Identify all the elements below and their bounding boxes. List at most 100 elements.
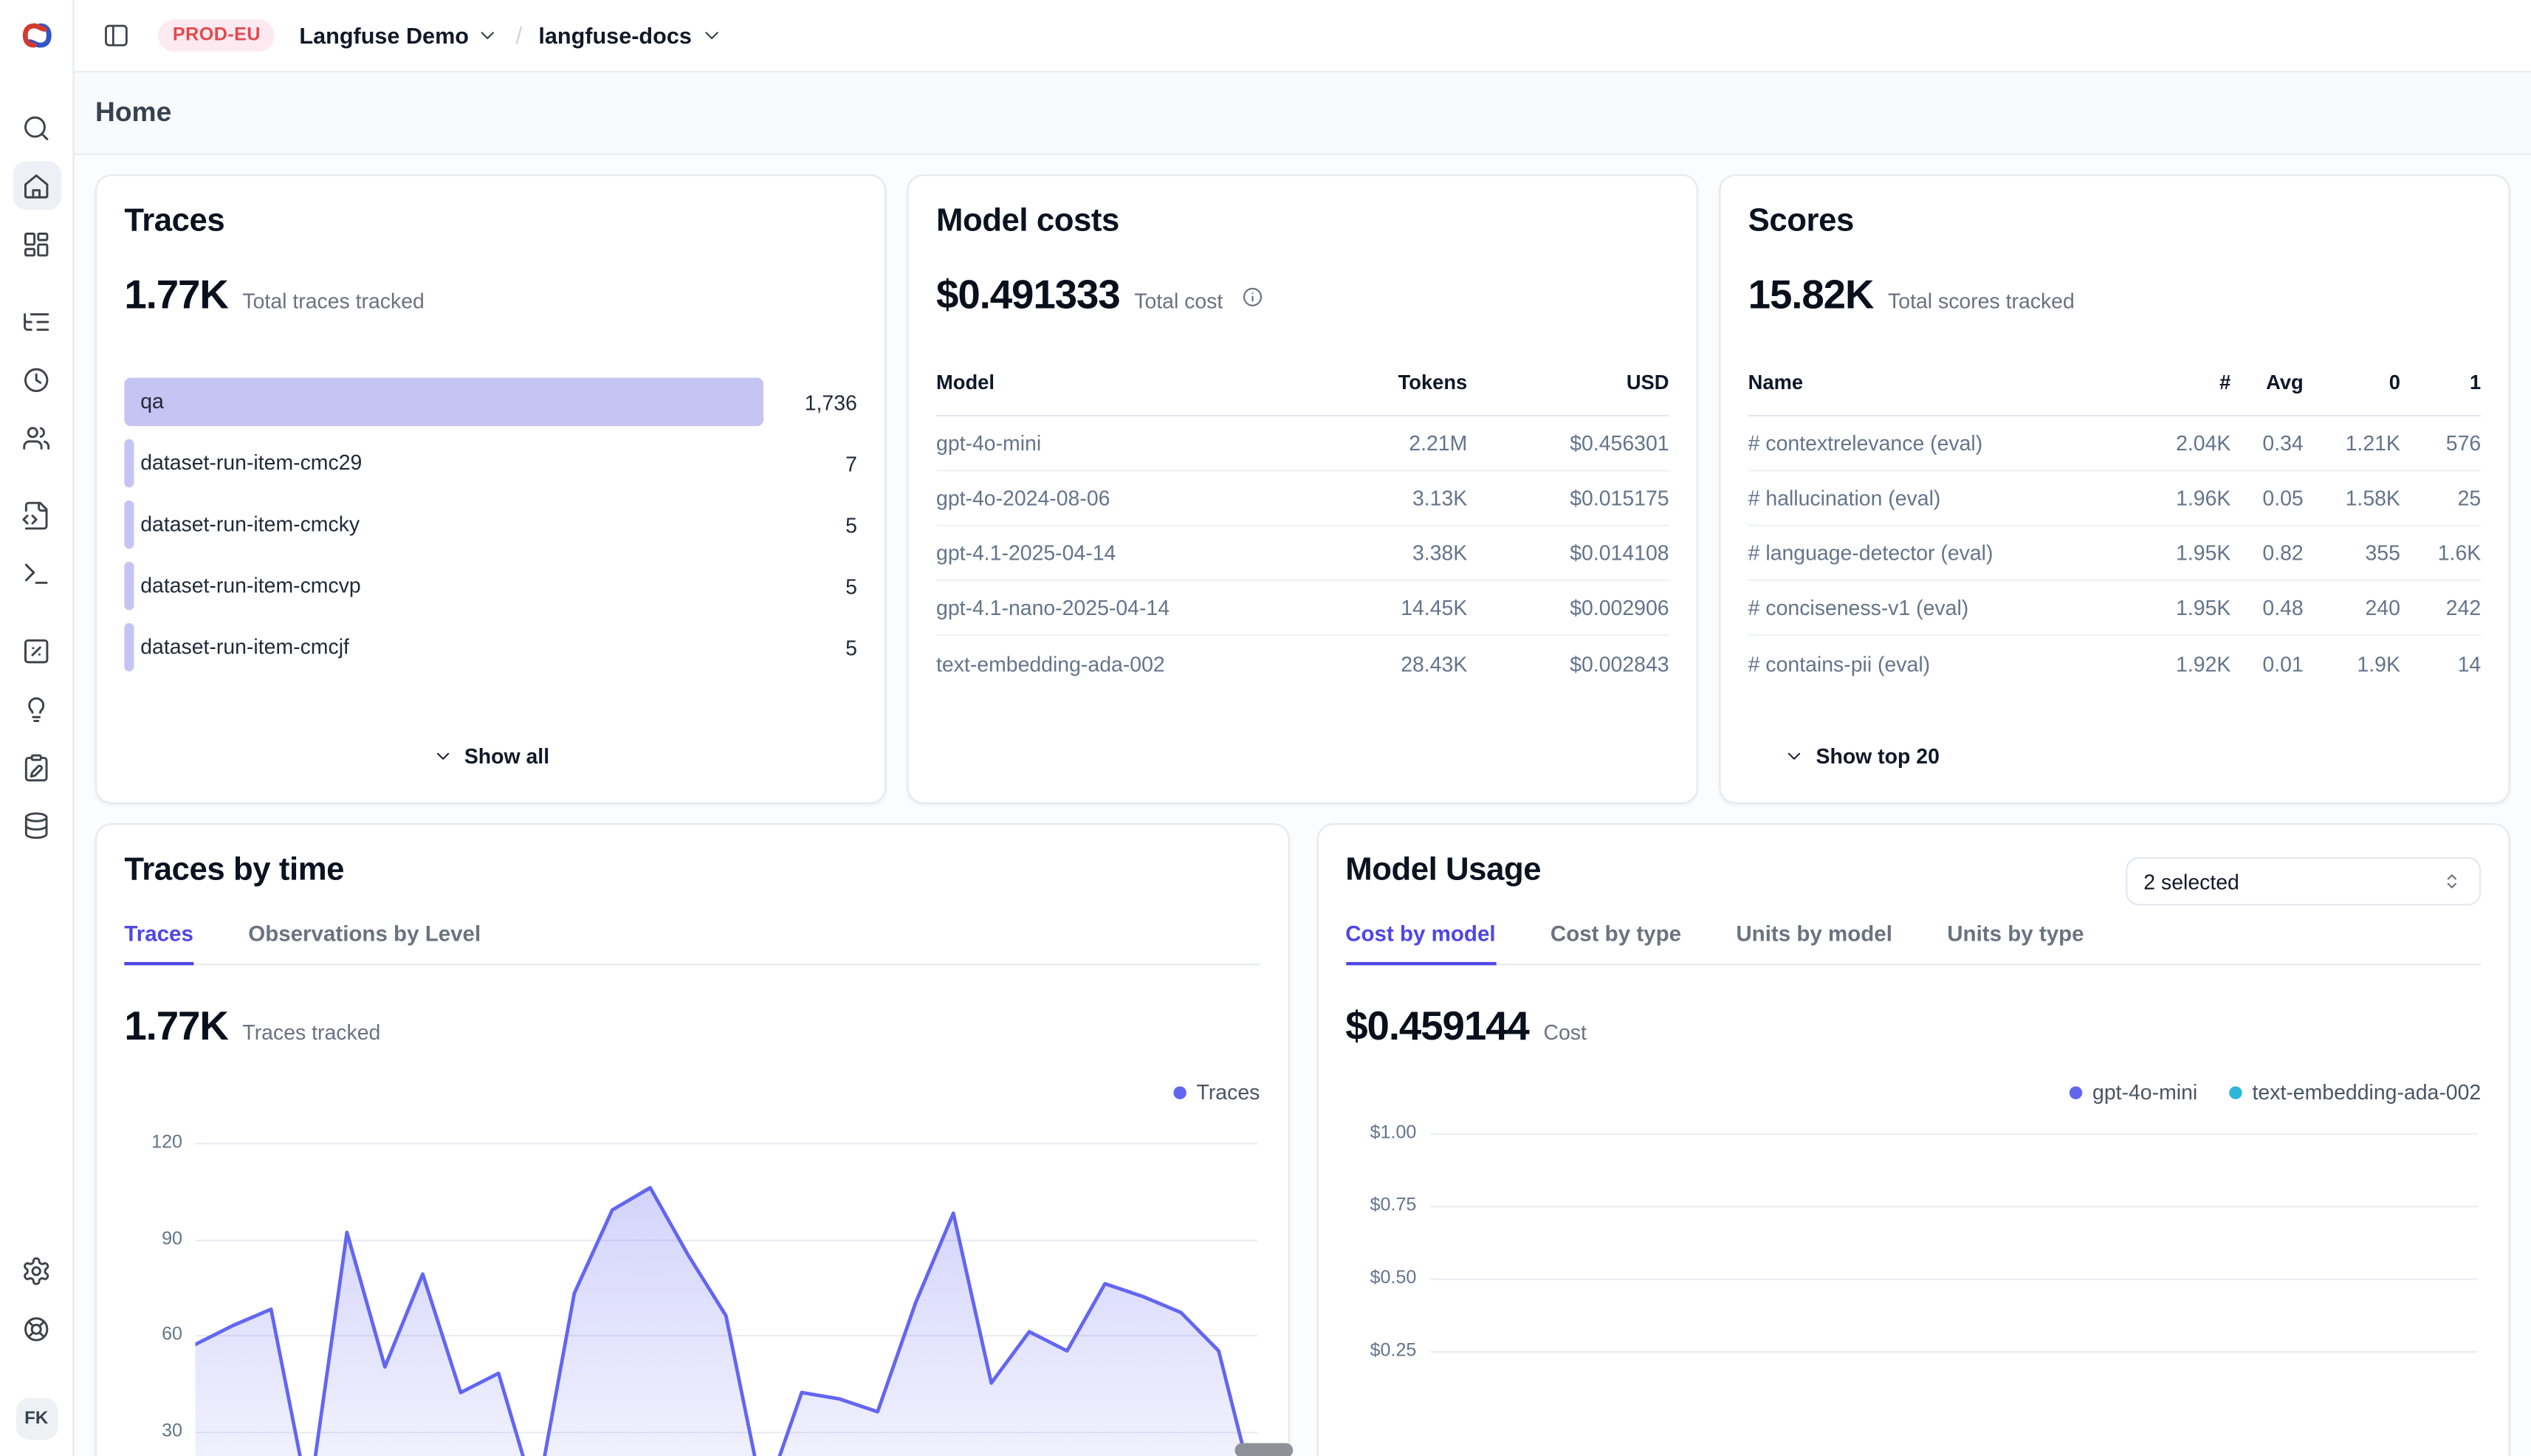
row-value: 28.43K [1290, 651, 1467, 676]
horizontal-scrollbar[interactable] [1234, 1443, 1293, 1456]
card-title: Traces by time [124, 852, 1260, 889]
legend-item[interactable]: Traces [1174, 1080, 1260, 1105]
column-header[interactable]: USD [1467, 371, 1669, 394]
y-axis-tick: $0.50 [1345, 1268, 1416, 1288]
model-costs-table: ModelTokensUSDgpt-4o-mini2.21M$0.456301g… [936, 371, 1669, 691]
tab-cost-by-type[interactable]: Cost by type [1550, 921, 1681, 964]
sidebar-item-support[interactable] [12, 1304, 61, 1353]
sidebar-item-settings[interactable] [12, 1246, 61, 1295]
sidebar-item-evaluation[interactable] [12, 626, 61, 675]
bar-track: dataset-run-item-cmc29 [124, 439, 763, 488]
row-value: 1.58K [2304, 486, 2400, 510]
column-header[interactable]: # [2134, 371, 2230, 394]
sidebar-item-search[interactable] [12, 103, 61, 152]
traces-total-label: Total traces tracked [242, 289, 424, 313]
y-axis-tick: $0.75 [1345, 1196, 1416, 1215]
sessions-icon [21, 364, 52, 395]
tab-cost-by-model[interactable]: Cost by model [1345, 921, 1495, 965]
tab-observations-by-level[interactable]: Observations by Level [248, 921, 481, 964]
sidebar-item-prompts[interactable] [12, 491, 61, 540]
column-header[interactable]: Tokens [1290, 371, 1467, 394]
scores-table: Name#Avg01# contextrelevance (eval)2.04K… [1748, 371, 2482, 691]
row-value: 2.21M [1290, 431, 1467, 456]
trace-bar-row[interactable]: dataset-run-item-cmc297 [124, 439, 857, 488]
usage-cost-label: Cost [1543, 1020, 1586, 1045]
sidebar-item-sessions[interactable] [12, 355, 61, 404]
gridline [1429, 1278, 2478, 1280]
sidebar-item-home[interactable] [12, 162, 61, 210]
column-header[interactable]: Name [1748, 371, 2135, 394]
legend-item[interactable]: text-embedding-ada-002 [2230, 1080, 2481, 1105]
bar-value: 5 [763, 512, 857, 537]
model-select-dropdown[interactable]: 2 selected [2126, 857, 2481, 906]
chevrons-up-down-icon [2441, 870, 2464, 893]
trace-bar-row[interactable]: dataset-run-item-cmcky5 [124, 501, 857, 549]
row-name: gpt-4.1-2025-04-14 [936, 540, 1290, 565]
bar-label: qa [140, 378, 164, 427]
sidebar-item-database[interactable] [12, 800, 61, 849]
tracing-icon [21, 306, 52, 337]
scores-total-label: Total scores tracked [1888, 289, 2075, 313]
bottom-card-row: Traces by time Traces Observations by Lev… [95, 823, 2510, 1456]
row-value: 3.13K [1290, 486, 1467, 510]
sidebar-item-annotation[interactable] [12, 684, 61, 733]
legend-dot-icon [2070, 1085, 2082, 1098]
card-title: Traces [124, 203, 857, 240]
page-title: Home [95, 97, 171, 129]
sidebar-item-playground[interactable] [12, 549, 61, 597]
bar-label: dataset-run-item-cmcvp [140, 562, 361, 611]
sidebar-toggle-icon[interactable] [95, 15, 137, 57]
sidebar-item-users[interactable] [12, 413, 61, 462]
traces-card: Traces 1.77K Total traces tracked qa1,73… [95, 174, 886, 804]
model-costs-total-label: Total cost [1134, 289, 1223, 313]
gridline [1429, 1133, 2478, 1135]
sidebar-item-tracing[interactable] [12, 297, 61, 346]
column-header[interactable]: Model [936, 371, 1290, 394]
environment-badge[interactable]: PROD-EU [158, 19, 275, 52]
line-series [196, 1110, 1257, 1456]
legend-label: gpt-4o-mini [2092, 1080, 2197, 1105]
project-switcher[interactable]: langfuse-docs [538, 23, 722, 49]
show-top-20-label: Show top 20 [1816, 744, 1940, 769]
top-card-row: Traces 1.77K Total traces tracked qa1,73… [95, 174, 2510, 804]
column-header[interactable]: Avg [2230, 371, 2303, 394]
main-area: Home Traces 1.77K Total traces tracked q… [75, 72, 2531, 1456]
legend-item[interactable]: gpt-4o-mini [2070, 1080, 2197, 1105]
sidebar-item-datasets[interactable] [12, 743, 61, 791]
traces-by-time-card: Traces by time Traces Observations by Lev… [95, 823, 1289, 1456]
show-top-20-button[interactable]: Show top 20 [1748, 744, 2482, 769]
avatar[interactable]: FK [16, 1398, 58, 1440]
trace-bar-row[interactable]: qa1,736 [124, 378, 857, 427]
tab-units-by-model[interactable]: Units by model [1736, 921, 1892, 964]
info-icon[interactable] [1240, 285, 1263, 308]
home-icon [21, 171, 52, 202]
sidebar-item-dashboards[interactable] [12, 219, 61, 268]
row-value: 14.45K [1290, 596, 1467, 620]
sidebar-nav [12, 103, 61, 859]
org-switcher[interactable]: Langfuse Demo [299, 23, 499, 49]
chevron-down-icon [477, 24, 500, 47]
column-header[interactable]: 1 [2400, 371, 2481, 394]
dashboards-icon [21, 228, 52, 259]
row-value: $0.002906 [1467, 596, 1669, 620]
tab-traces[interactable]: Traces [124, 921, 193, 965]
trace-bar-row[interactable]: dataset-run-item-cmcjf5 [124, 623, 857, 672]
trace-bar-row[interactable]: dataset-run-item-cmcvp5 [124, 562, 857, 611]
column-header[interactable]: 0 [2304, 371, 2400, 394]
row-name: gpt-4.1-nano-2025-04-14 [936, 596, 1290, 620]
card-title: Scores [1748, 203, 2482, 240]
topbar: PROD-EU Langfuse Demo / langfuse-docs [75, 0, 2531, 72]
show-all-button[interactable]: Show all [124, 744, 857, 769]
tab-units-by-type[interactable]: Units by type [1947, 921, 2084, 964]
table-row: gpt-4.1-nano-2025-04-1414.45K$0.002906 [936, 581, 1669, 636]
row-value: 240 [2304, 596, 2400, 620]
prompts-icon [21, 500, 52, 531]
show-all-label: Show all [464, 744, 549, 769]
row-value: 0.48 [2230, 596, 2303, 620]
bar-value: 7 [763, 451, 857, 475]
legend-label: text-embedding-ada-002 [2253, 1080, 2482, 1105]
row-value: 242 [2400, 596, 2481, 620]
row-name: # language-detector (eval) [1748, 540, 2135, 565]
table-header: ModelTokensUSD [936, 371, 1669, 416]
row-value: $0.014108 [1467, 540, 1669, 565]
